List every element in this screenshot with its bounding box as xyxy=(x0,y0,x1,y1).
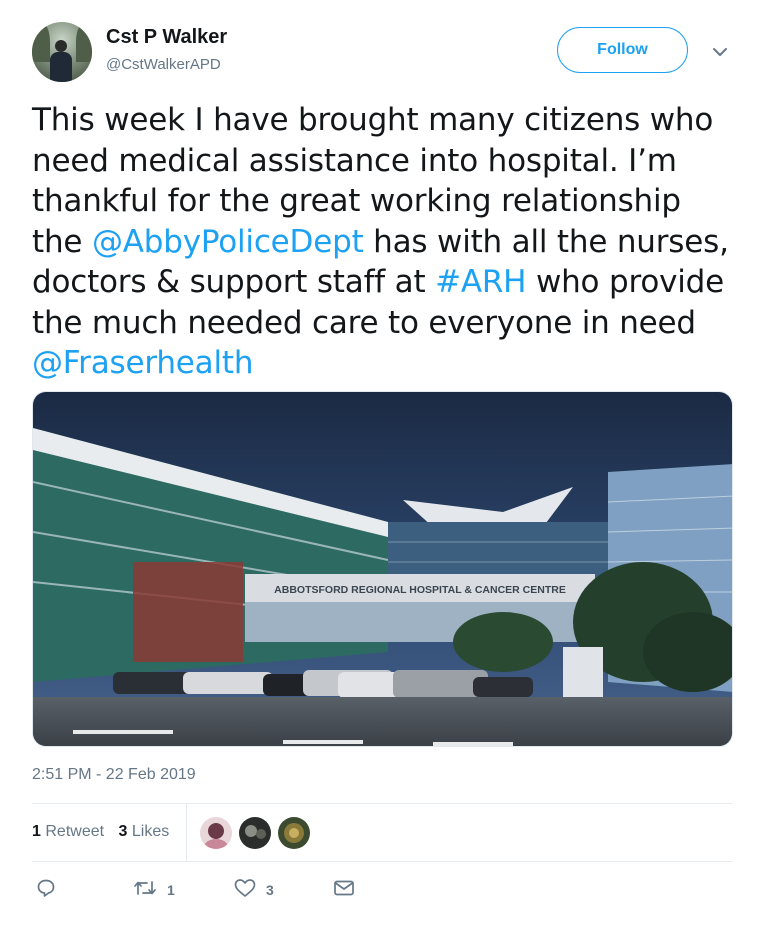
retweet-stat-label: Retweet xyxy=(45,823,105,840)
like-count: 3 xyxy=(266,881,274,898)
follow-button[interactable]: Follow xyxy=(557,27,688,73)
direct-message-button[interactable] xyxy=(333,878,355,901)
like-stat[interactable]: 3 Likes xyxy=(119,823,170,840)
envelope-icon xyxy=(333,878,355,901)
hospital-sign-text: ABBOTSFORD REGIONAL HOSPITAL & CANCER CE… xyxy=(274,584,566,596)
retweet-count: 1 xyxy=(167,881,175,898)
liker-avatar[interactable] xyxy=(200,817,232,849)
tweet-line: the @AbbyPoliceDept has with all the nur… xyxy=(32,222,747,263)
tweet-text: This week I have brought many citizens w… xyxy=(32,100,747,384)
tweet-text-segment: has with all the nurses, xyxy=(363,223,729,260)
tweet-photo[interactable]: ABBOTSFORD REGIONAL HOSPITAL & CANCER CE… xyxy=(32,391,733,747)
tweet-line: This week I have brought many citizens w… xyxy=(32,102,714,138)
tweet-timestamp[interactable]: 2:51 PM - 22 Feb 2019 xyxy=(32,766,196,784)
retweet-icon xyxy=(133,878,157,901)
tweet-line: the much needed care to everyone in need xyxy=(32,304,696,341)
tweet-text-segment: doctors & support staff at xyxy=(32,264,436,300)
retweet-stat-count: 1 xyxy=(32,823,41,840)
tweet-text-segment: the xyxy=(32,223,92,260)
tweet-stats: 1 Retweet 3 Likes xyxy=(32,823,179,841)
mention-link-fraserhealth[interactable]: @Fraserhealth xyxy=(32,345,253,381)
liker-avatar[interactable] xyxy=(239,817,271,849)
reply-icon xyxy=(36,878,56,901)
tweet-text-segment: who provide xyxy=(526,264,724,300)
like-button[interactable]: 3 xyxy=(234,878,274,901)
retweet-stat[interactable]: 1 Retweet xyxy=(32,823,104,840)
heart-icon xyxy=(234,878,256,901)
like-stat-label: Likes xyxy=(131,823,170,840)
tweet-actions: 1 3 xyxy=(0,878,774,906)
tweet-line: thankful for the great working relations… xyxy=(32,183,681,219)
like-stat-count: 3 xyxy=(118,823,128,840)
author-name[interactable]: Cst P Walker xyxy=(106,26,227,49)
mention-link-abbypolicedept[interactable]: @AbbyPoliceDept xyxy=(92,224,364,260)
author-avatar[interactable] xyxy=(32,22,92,82)
divider xyxy=(32,861,732,862)
retweet-button[interactable]: 1 xyxy=(133,878,175,901)
author-handle[interactable]: @CstWalkerAPD xyxy=(106,56,221,73)
hashtag-link-arh[interactable]: #ARH xyxy=(435,264,526,300)
tweet-line: need medical assistance into hospital. I… xyxy=(32,142,677,179)
liker-avatars xyxy=(200,817,310,849)
divider xyxy=(186,803,187,861)
reply-button[interactable] xyxy=(36,878,56,901)
chevron-down-icon[interactable] xyxy=(708,40,732,64)
liker-avatar[interactable] xyxy=(278,817,310,849)
tweet-line: @Fraserhealth xyxy=(32,343,747,384)
divider xyxy=(32,803,732,804)
tweet-line: doctors & support staff at #ARH who prov… xyxy=(32,262,747,303)
